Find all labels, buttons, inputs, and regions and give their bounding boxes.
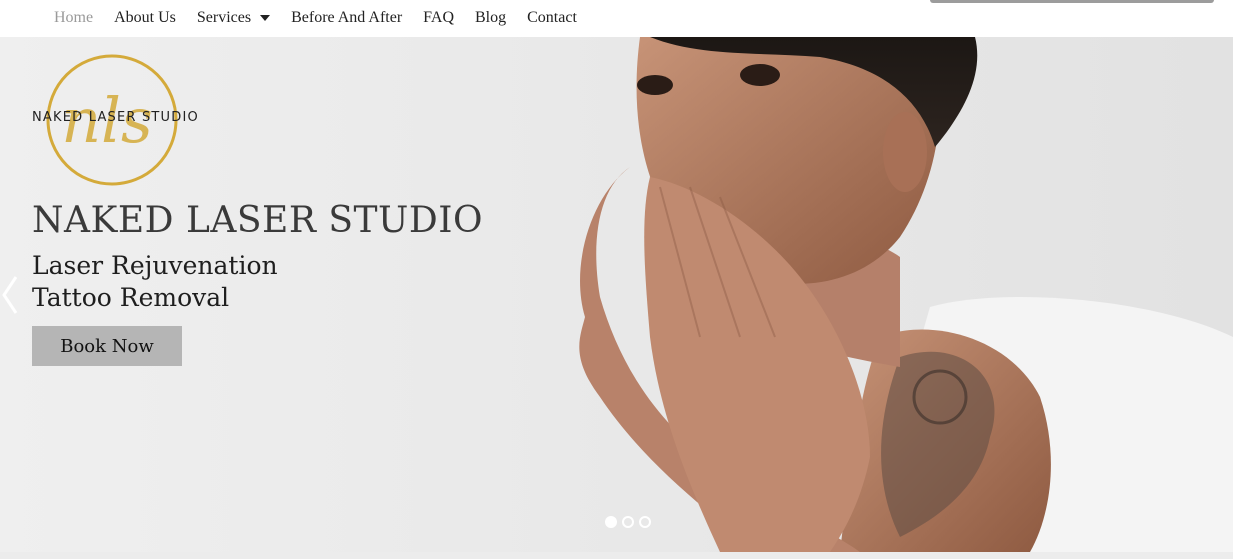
slide-dot[interactable] bbox=[622, 516, 634, 528]
hero-title: NAKED LASER STUDIO bbox=[32, 200, 483, 241]
hero-subtitle-line: Tattoo Removal bbox=[32, 283, 230, 312]
page-divider bbox=[0, 552, 1233, 559]
hero-slider: nls NAKED LASER STUDIO NAKED LASER STUDI… bbox=[0, 37, 1233, 552]
chevron-left-icon[interactable] bbox=[0, 275, 20, 315]
nav-item-label: Contact bbox=[527, 9, 577, 26]
nav-item-label: About Us bbox=[114, 9, 176, 26]
chevron-down-icon bbox=[260, 15, 271, 21]
header-search-bar[interactable] bbox=[930, 0, 1214, 3]
nav-item-contact[interactable]: Contact bbox=[527, 9, 577, 27]
nav-item-home[interactable]: Home bbox=[54, 9, 93, 27]
nav-item-label: Home bbox=[54, 9, 94, 26]
slide-dot[interactable] bbox=[639, 516, 651, 528]
nav-menu: Home About Us Services Before And After … bbox=[54, 9, 598, 27]
nav-item-services[interactable]: Services bbox=[196, 9, 271, 27]
nav-item-blog[interactable]: Blog bbox=[475, 9, 506, 27]
nav-item-before-and-after[interactable]: Before And After bbox=[291, 9, 402, 27]
slide-dot[interactable] bbox=[605, 516, 617, 528]
book-now-button[interactable]: Book Now bbox=[32, 326, 182, 366]
nav-item-about-us[interactable]: About Us bbox=[114, 9, 176, 27]
top-navigation: Home About Us Services Before And After … bbox=[0, 0, 1233, 37]
logo-text: NAKED LASER STUDIO bbox=[32, 110, 199, 125]
nav-item-label: Before And After bbox=[291, 9, 403, 26]
slider-pagination bbox=[605, 516, 656, 528]
nav-item-label: Services bbox=[196, 9, 252, 26]
nav-item-faq[interactable]: FAQ bbox=[423, 9, 454, 27]
hero-subtitle-line: Laser Rejuvenation bbox=[32, 251, 278, 280]
nav-item-label: FAQ bbox=[423, 9, 454, 26]
hero-subtitle: Laser Rejuvenation Tattoo Removal bbox=[32, 250, 278, 314]
nav-item-label: Blog bbox=[475, 9, 507, 26]
